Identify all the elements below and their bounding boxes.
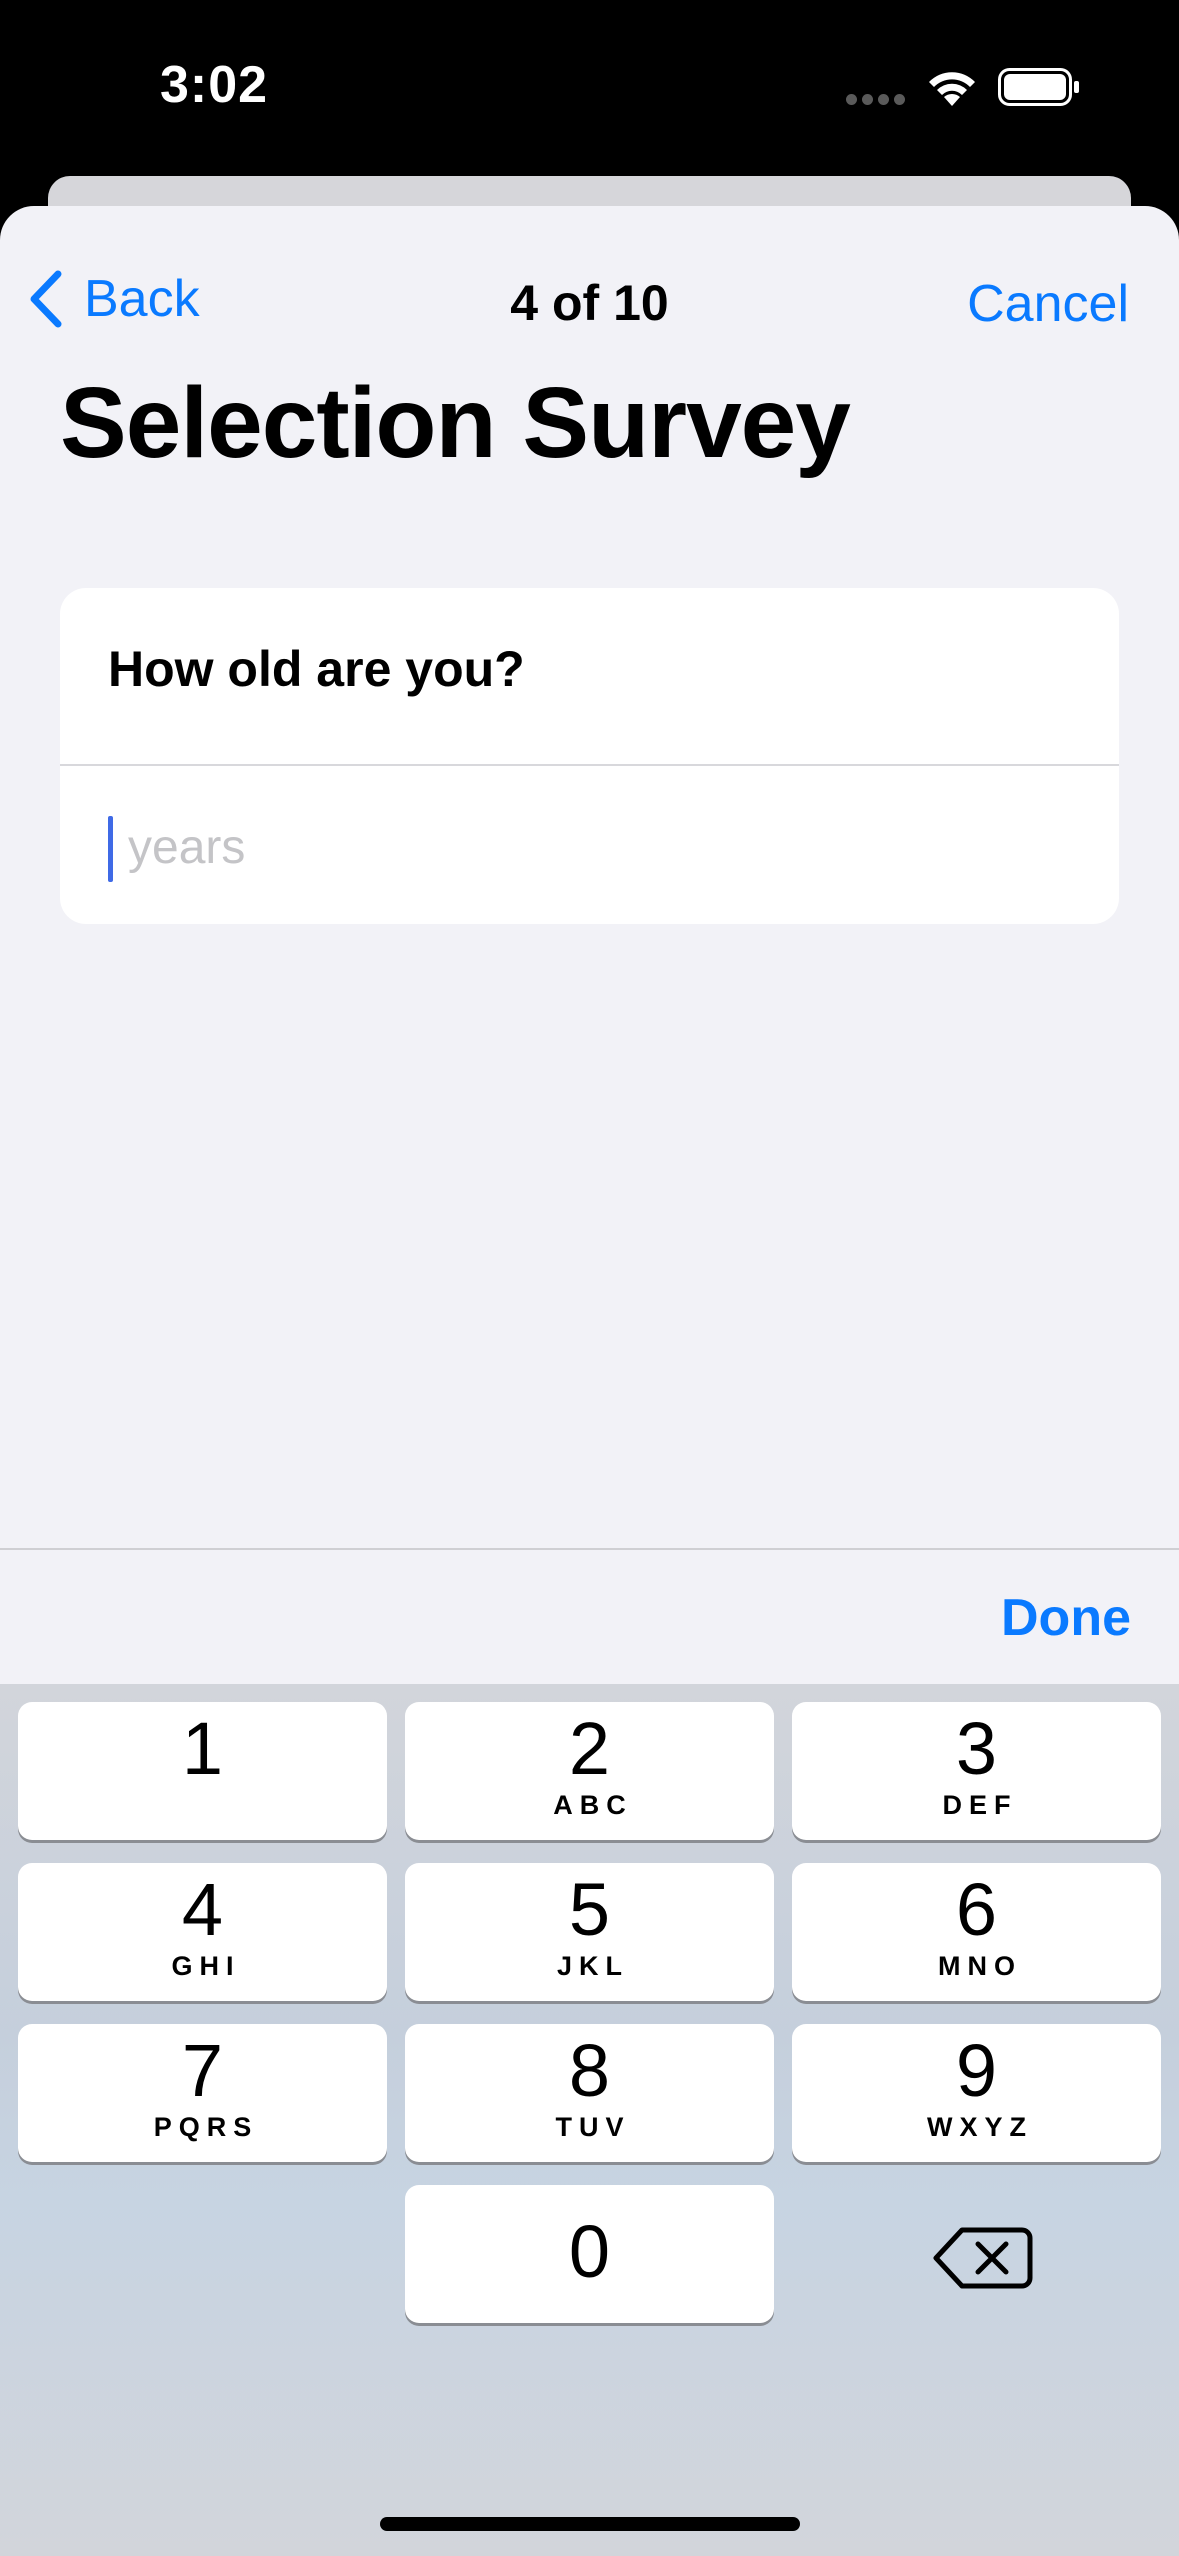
key-2[interactable]: 2 ABC: [405, 1702, 774, 1840]
home-indicator: [380, 2517, 800, 2531]
question-label: How old are you?: [108, 641, 525, 697]
keyboard-toolbar: Done: [0, 1548, 1179, 1684]
key-1[interactable]: 1: [18, 1702, 387, 1840]
key-5[interactable]: 5 JKL: [405, 1863, 774, 2001]
page-title: Selection Survey: [60, 367, 851, 479]
age-input[interactable]: [128, 802, 1028, 892]
status-bar: 3:02: [0, 0, 1179, 180]
navigation-bar: Back 4 of 10 Cancel: [0, 246, 1179, 346]
status-time: 3:02: [160, 56, 269, 114]
key-8[interactable]: 8 TUV: [405, 2024, 774, 2162]
done-button[interactable]: Done: [1001, 1588, 1131, 1648]
answer-field[interactable]: [60, 766, 1119, 924]
delete-backspace-icon[interactable]: [926, 2214, 1038, 2302]
key-9[interactable]: 9 WXYZ: [792, 2024, 1161, 2162]
key-0[interactable]: 0: [405, 2185, 774, 2323]
key-4[interactable]: 4 GHI: [18, 1863, 387, 2001]
key-3[interactable]: 3 DEF: [792, 1702, 1161, 1840]
cellular-signal-icon: [846, 94, 905, 105]
key-6[interactable]: 6 MNO: [792, 1863, 1161, 2001]
key-7[interactable]: 7 PQRS: [18, 2024, 387, 2162]
cancel-button[interactable]: Cancel: [967, 274, 1129, 334]
wifi-icon: [929, 72, 975, 106]
battery-icon: [998, 68, 1079, 106]
text-cursor: [108, 816, 113, 882]
number-pad-keyboard: 1 2 ABC 3 DEF 4 GHI 5 JKL 6 MNO 7 PQRS 8…: [0, 1684, 1179, 2556]
question-card: How old are you?: [60, 588, 1119, 924]
